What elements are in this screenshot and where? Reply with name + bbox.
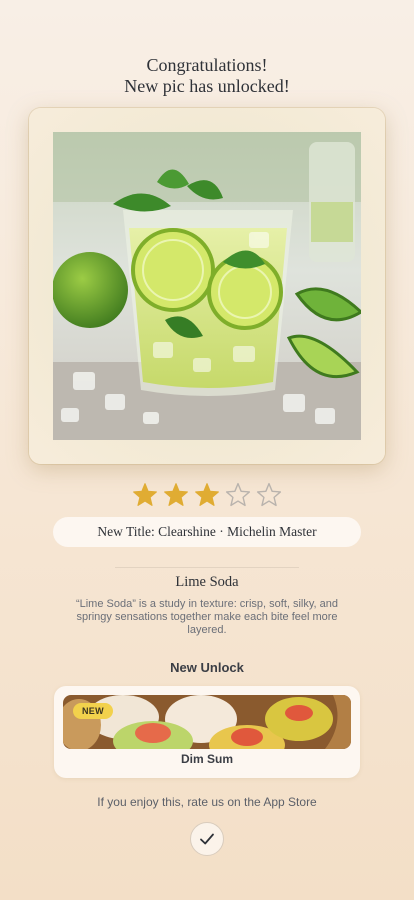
unlock-card[interactable]: NEW Dim Sum [54,686,360,778]
rating-stars [0,482,414,508]
star-empty-icon [225,482,251,507]
dish-description: “Lime Soda” is a study in texture: crisp… [75,598,339,636]
unlocked-photo [53,132,361,440]
star-empty-icon [256,482,282,507]
star-filled-icon [133,483,157,506]
rate-app-link[interactable]: If you enjoy this, rate us on the App St… [0,795,414,809]
unlock-item-label: Dim Sum [180,752,233,766]
dish-name: Lime Soda [175,574,239,590]
congratulations-heading: Congratulations! New pic has unlocked! [0,55,414,97]
headline-line-2: New pic has unlocked! [124,76,290,96]
checkmark-icon [200,833,214,845]
star-filled-icon [195,483,219,506]
unlock-image: NEW [63,695,351,749]
divider [115,567,299,568]
done-button[interactable] [190,822,224,856]
new-title-text: New Title: Clearshine · Michelin Master [97,524,317,539]
new-unlock-heading: New Unlock [170,660,244,675]
headline-line-1: Congratulations! [146,55,268,75]
new-title-pill: New Title: Clearshine · Michelin Master [53,517,361,547]
new-badge: NEW [73,703,113,719]
star-filled-icon [164,483,188,506]
